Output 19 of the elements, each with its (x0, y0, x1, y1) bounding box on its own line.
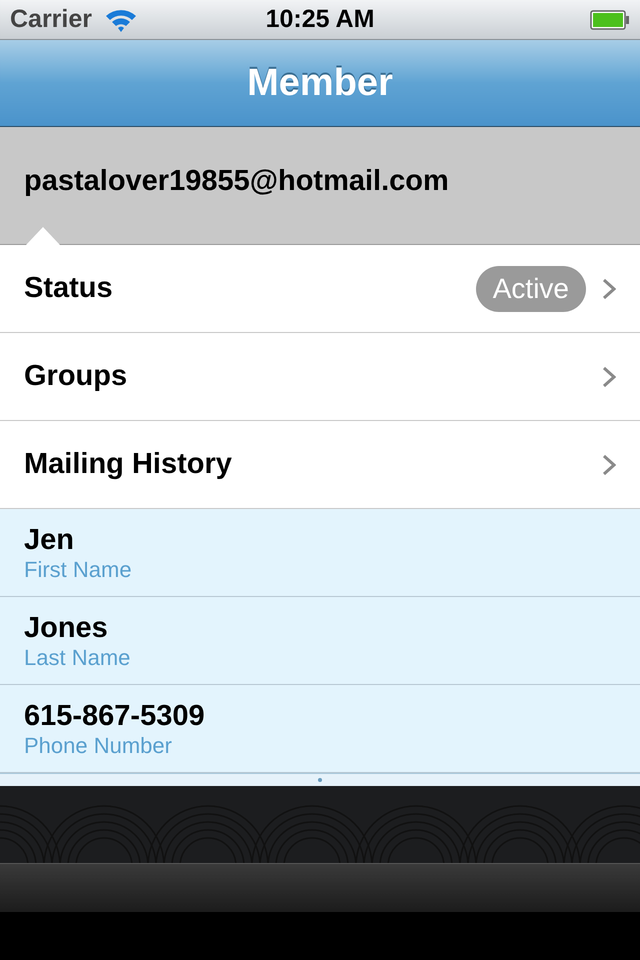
chevron-icon (602, 278, 616, 300)
field-value: 615-867-5309 (24, 698, 206, 732)
nav-title: Member (247, 60, 393, 106)
clock: 10:25 AM (266, 4, 374, 35)
status-pill: Active (476, 266, 586, 312)
field-label: First Name (24, 556, 133, 582)
field-value: Jones (24, 610, 109, 644)
menu-row[interactable]: Mailing History (0, 421, 640, 509)
battery-icon (590, 10, 630, 30)
carrier-label: Carrier (10, 4, 92, 35)
email-address: pastalover19855@hotmail.com (24, 164, 449, 199)
chevron-icon (602, 366, 616, 388)
field-value: Jen (24, 522, 75, 556)
chevron-icon (602, 454, 616, 476)
field-label: Phone Number (24, 732, 173, 758)
pointer-notch-icon (26, 227, 60, 245)
field-label: Last Name (24, 644, 132, 670)
menu-row[interactable]: Status Active (0, 245, 640, 333)
menu-row[interactable]: Groups (0, 333, 640, 421)
